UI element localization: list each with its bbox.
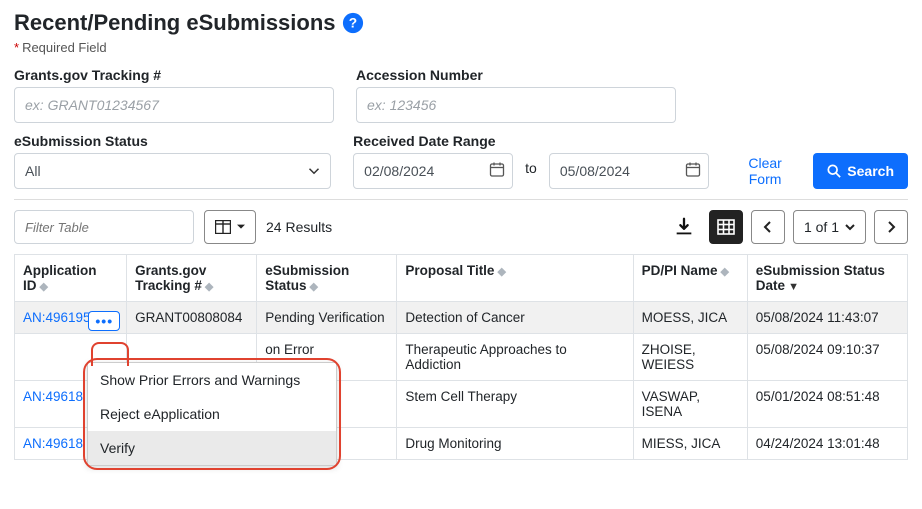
cell-pdpi-name: ZHOISE, WEIESS — [633, 334, 747, 381]
chevron-down-icon — [308, 165, 320, 177]
sort-icon: ◆ — [40, 281, 48, 293]
col-label: Application ID — [23, 263, 97, 293]
table-view-button[interactable] — [709, 210, 743, 244]
results-count: 24 Results — [266, 219, 332, 235]
col-pdpi-name[interactable]: PD/PI Name◆ — [633, 255, 747, 302]
cell-esub-status: Pending Verification — [257, 302, 397, 334]
col-proposal-title[interactable]: Proposal Title◆ — [397, 255, 633, 302]
cell-tracking: GRANT00808084 — [127, 302, 257, 334]
col-label: Grants.gov Tracking # — [135, 263, 206, 293]
search-button-label: Search — [847, 163, 894, 179]
row-actions-button[interactable]: ••• — [88, 311, 120, 331]
cell-proposal-title: Therapeutic Approaches to Addiction — [397, 334, 633, 381]
page-indicator-label: 1 of 1 — [804, 219, 839, 235]
col-status-date[interactable]: eSubmission Status Date▼ — [747, 255, 907, 302]
menu-show-errors[interactable]: Show Prior Errors and Warnings — [88, 363, 336, 397]
col-esub-status[interactable]: eSubmission Status◆ — [257, 255, 397, 302]
col-label: eSubmission Status Date — [756, 263, 885, 293]
received-label: Received Date Range — [353, 133, 709, 149]
required-field-note: *Required Field — [14, 40, 908, 55]
sort-icon: ◆ — [310, 281, 318, 293]
col-application-id[interactable]: Application ID◆ — [15, 255, 127, 302]
menu-reject[interactable]: Reject eApplication — [88, 397, 336, 431]
cell-pdpi-name: VASWAP, ISENA — [633, 381, 747, 428]
sort-desc-icon: ▼ — [788, 281, 799, 293]
calendar-icon — [685, 162, 701, 178]
caret-down-icon — [237, 223, 245, 231]
tracking-label: Grants.gov Tracking # — [14, 67, 334, 83]
table-toolbar: 24 Results 1 of 1 — [14, 199, 908, 244]
cell-pdpi-name: MIESS, JICA — [633, 428, 747, 460]
svg-text:?: ? — [348, 16, 356, 31]
date-to-label: to — [521, 160, 541, 182]
cell-application-id: AN:4961954••• — [15, 302, 127, 334]
search-button[interactable]: Search — [813, 153, 908, 189]
prev-page-button[interactable] — [751, 210, 785, 244]
chevron-down-icon — [845, 222, 855, 232]
chevron-left-icon — [763, 221, 773, 233]
tracking-input[interactable] — [14, 87, 334, 123]
status-label: eSubmission Status — [14, 133, 331, 149]
calendar-icon — [489, 162, 505, 178]
download-button[interactable] — [667, 210, 701, 244]
row-actions-menu-wrap: Show Prior Errors and Warnings Reject eA… — [87, 362, 337, 466]
asterisk-icon: * — [14, 40, 19, 55]
status-value: All — [25, 163, 41, 179]
calendar-from-button[interactable] — [487, 160, 507, 183]
filter-table-input[interactable] — [14, 210, 194, 244]
next-page-button[interactable] — [874, 210, 908, 244]
cell-proposal-title: Drug Monitoring — [397, 428, 633, 460]
page-title: Recent/Pending eSubmissions ? — [14, 10, 908, 36]
calendar-to-button[interactable] — [683, 160, 703, 183]
accession-label: Accession Number — [356, 67, 676, 83]
cell-status-date: 05/08/2024 11:43:07 — [747, 302, 907, 334]
columns-button[interactable] — [204, 210, 256, 244]
cell-pdpi-name: MOESS, JICA — [633, 302, 747, 334]
page-title-text: Recent/Pending eSubmissions — [14, 10, 336, 36]
application-id-link[interactable]: AN:49618 — [23, 436, 83, 451]
cell-status-date: 05/01/2024 08:51:48 — [747, 381, 907, 428]
application-id-link[interactable]: AN:49618 — [23, 389, 83, 404]
columns-icon — [215, 220, 231, 234]
page-indicator[interactable]: 1 of 1 — [793, 210, 866, 244]
chevron-right-icon — [886, 221, 896, 233]
col-tracking[interactable]: Grants.gov Tracking #◆ — [127, 255, 257, 302]
sort-icon: ◆ — [205, 281, 213, 293]
grid-icon — [717, 219, 735, 235]
sort-icon: ◆ — [720, 266, 728, 278]
row-actions-menu: Show Prior Errors and Warnings Reject eA… — [87, 362, 337, 466]
menu-verify[interactable]: Verify — [88, 431, 336, 465]
cell-status-date: 04/24/2024 13:01:48 — [747, 428, 907, 460]
help-icon[interactable]: ? — [342, 12, 364, 34]
cell-status-date: 05/08/2024 09:10:37 — [747, 334, 907, 381]
col-label: PD/PI Name — [642, 263, 718, 278]
accession-input[interactable] — [356, 87, 676, 123]
cell-proposal-title: Detection of Cancer — [397, 302, 633, 334]
sort-icon: ◆ — [497, 266, 505, 278]
download-icon — [673, 216, 695, 238]
application-id-link[interactable]: AN:4961954 — [23, 310, 98, 325]
cell-proposal-title: Stem Cell Therapy — [397, 381, 633, 428]
search-icon — [827, 164, 841, 178]
col-label: Proposal Title — [405, 263, 494, 278]
status-select[interactable]: All — [14, 153, 331, 189]
col-label: eSubmission Status — [265, 263, 349, 293]
clear-form-button[interactable]: Clear Form — [731, 155, 799, 187]
required-field-label: Required Field — [22, 40, 107, 55]
table-row: AN:4961954•••GRANT00808084Pending Verifi… — [15, 302, 908, 334]
